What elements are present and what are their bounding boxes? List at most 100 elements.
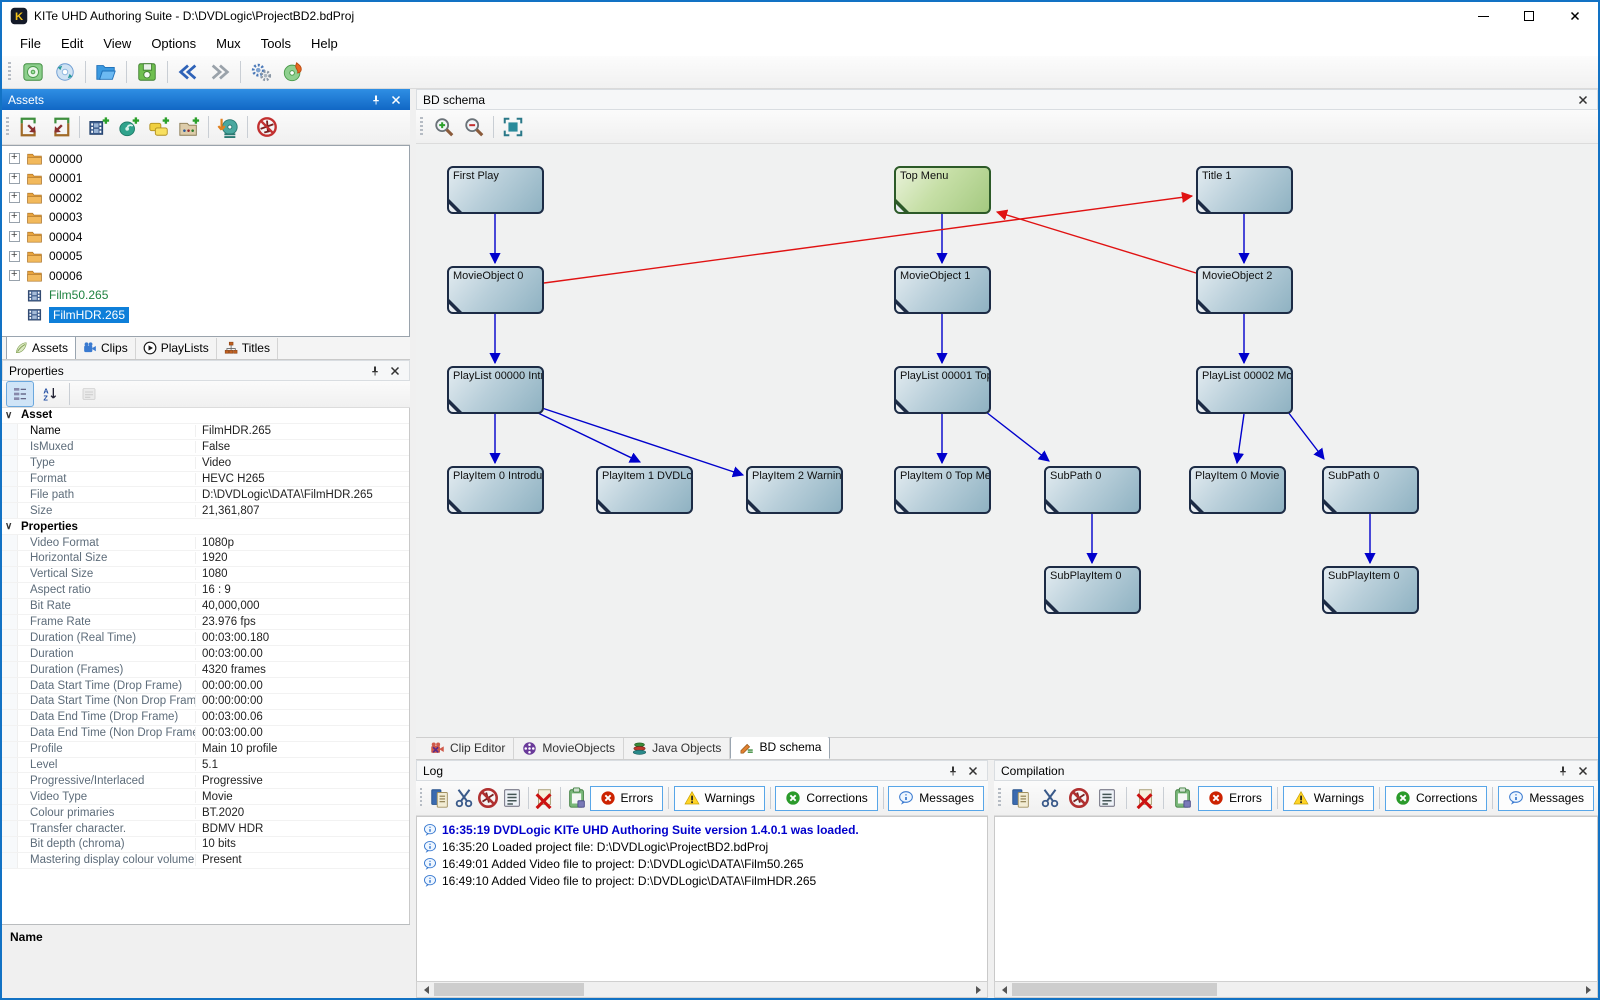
- schema-node-movieobject-2[interactable]: MovieObject 2: [1196, 266, 1293, 314]
- log-close-button[interactable]: [965, 763, 981, 779]
- tree-folder-row[interactable]: 00006: [2, 266, 409, 286]
- schema-canvas[interactable]: First Play Top Menu Title 1 MovieObject …: [416, 144, 1598, 737]
- schema-node-playitem-1-dvdlogic[interactable]: PlayItem 1 DVDLogic: [596, 466, 693, 514]
- tab-clip-editor[interactable]: Clip Editor: [422, 738, 514, 759]
- alphabetical-sort-button[interactable]: [36, 381, 64, 407]
- assets-pin-button[interactable]: [368, 92, 384, 108]
- zoom-out-button[interactable]: [460, 114, 488, 140]
- property-row[interactable]: Duration (Frames)4320 frames: [2, 662, 409, 678]
- property-row[interactable]: NameFilmHDR.265: [2, 424, 409, 440]
- scroll-right-arrow[interactable]: [970, 982, 987, 997]
- log-pin-button[interactable]: [945, 763, 961, 779]
- schema-node-movieobject-1[interactable]: MovieObject 1: [894, 266, 991, 314]
- scroll-left-arrow[interactable]: [417, 982, 434, 997]
- log-errors-toggle[interactable]: Errors: [590, 786, 664, 811]
- zoom-in-button[interactable]: [430, 114, 458, 140]
- tab-java-objects[interactable]: Java Objects: [624, 738, 730, 759]
- schema-node-playlist-00002[interactable]: PlayList 00002 Movie: [1196, 366, 1293, 414]
- property-pages-button[interactable]: [75, 381, 103, 407]
- minimize-button[interactable]: [1460, 2, 1506, 30]
- cut-compilation-button[interactable]: [1037, 785, 1064, 811]
- stop-button[interactable]: [253, 114, 281, 140]
- property-row[interactable]: Horizontal Size1920: [2, 551, 409, 567]
- schema-node-subpath-0-menu[interactable]: SubPath 0: [1044, 466, 1141, 514]
- clear-log-button[interactable]: [533, 785, 555, 811]
- schema-node-subplayitem-0-menu[interactable]: SubPlayItem 0: [1044, 566, 1141, 614]
- log-warnings-toggle[interactable]: Warnings: [674, 786, 765, 811]
- compilation-horizontal-scrollbar[interactable]: [994, 981, 1598, 998]
- schema-node-playlist-00001[interactable]: PlayList 00001 Top Me: [894, 366, 991, 414]
- property-category[interactable]: ∨Properties: [2, 519, 409, 535]
- burn-button[interactable]: [278, 58, 308, 86]
- expand-icon[interactable]: [9, 212, 20, 223]
- copy-compilation-button[interactable]: [1008, 785, 1035, 811]
- menu-options[interactable]: Options: [141, 32, 206, 55]
- cut-log-button[interactable]: [453, 785, 475, 811]
- log-message[interactable]: 16:35:20 Loaded project file: D:\DVDLogi…: [419, 838, 985, 855]
- property-row[interactable]: Colour primariesBT.2020: [2, 805, 409, 821]
- tab-clips[interactable]: Clips: [76, 338, 136, 359]
- property-row[interactable]: Vertical Size1080: [2, 567, 409, 583]
- menu-help[interactable]: Help: [301, 32, 348, 55]
- save-log-button[interactable]: [566, 785, 588, 811]
- add-video-button[interactable]: [85, 114, 113, 140]
- clear-compilation-button[interactable]: [1132, 785, 1159, 811]
- categorized-view-button[interactable]: [6, 381, 34, 407]
- expand-icon[interactable]: [9, 153, 20, 164]
- property-row[interactable]: Transfer character.BDMV HDR: [2, 821, 409, 837]
- schema-node-movieobject-0[interactable]: MovieObject 0: [447, 266, 544, 314]
- schema-node-playitem-2-warning[interactable]: PlayItem 2 Warning: [746, 466, 843, 514]
- property-row[interactable]: Bit depth (chroma)10 bits: [2, 837, 409, 853]
- menu-edit[interactable]: Edit: [51, 32, 93, 55]
- expand-icon[interactable]: [9, 251, 20, 262]
- compilation-messages-toggle[interactable]: Messages: [1498, 786, 1594, 811]
- schema-node-subpath-0-movie[interactable]: SubPath 0: [1322, 466, 1419, 514]
- tree-folder-row[interactable]: 00005: [2, 247, 409, 267]
- property-row[interactable]: FormatHEVC H265: [2, 472, 409, 488]
- menu-view[interactable]: View: [93, 32, 141, 55]
- property-row[interactable]: Data Start Time (Drop Frame)00:00:00.00: [2, 678, 409, 694]
- open-project-button[interactable]: [91, 58, 121, 86]
- extract-assets-button[interactable]: [46, 114, 74, 140]
- expand-icon[interactable]: [9, 270, 20, 281]
- tab-movieobjects[interactable]: MovieObjects: [514, 738, 624, 759]
- add-subtitle-button[interactable]: [145, 114, 173, 140]
- log-message[interactable]: 16:35:19 DVDLogic KITe UHD Authoring Sui…: [419, 821, 985, 838]
- properties-close-button[interactable]: [387, 363, 403, 379]
- expand-icon[interactable]: [9, 231, 20, 242]
- schema-node-top-menu[interactable]: Top Menu: [894, 166, 991, 214]
- block-log-button[interactable]: [477, 785, 499, 811]
- menu-file[interactable]: File: [10, 32, 51, 55]
- property-row[interactable]: Video Format1080p: [2, 535, 409, 551]
- schema-close-button[interactable]: [1575, 92, 1591, 108]
- tree-file-row-selected[interactable]: FilmHDR.265: [2, 305, 409, 325]
- tab-assets[interactable]: Assets: [6, 336, 76, 359]
- tree-file-row[interactable]: Film50.265: [2, 286, 409, 306]
- schema-node-subplayitem-0-movie[interactable]: SubPlayItem 0: [1322, 566, 1419, 614]
- expand-icon[interactable]: [9, 192, 20, 203]
- compilation-errors-toggle[interactable]: Errors: [1198, 786, 1272, 811]
- view-log-button[interactable]: [501, 785, 523, 811]
- save-compilation-button[interactable]: [1169, 785, 1196, 811]
- copy-log-button[interactable]: [429, 785, 451, 811]
- property-row[interactable]: Data End Time (Non Drop Frame)00:03:00.0…: [2, 726, 409, 742]
- property-row[interactable]: TypeVideo: [2, 456, 409, 472]
- log-corrections-toggle[interactable]: Corrections: [775, 786, 877, 811]
- property-row[interactable]: Data Start Time (Non Drop Frame)00:00:00…: [2, 694, 409, 710]
- maximize-button[interactable]: [1506, 2, 1552, 30]
- log-messages-toggle[interactable]: Messages: [888, 786, 984, 811]
- properties-pin-button[interactable]: [367, 363, 383, 379]
- property-category[interactable]: ∨Asset: [2, 408, 409, 424]
- compilation-close-button[interactable]: [1575, 763, 1591, 779]
- undo-button[interactable]: [173, 58, 203, 86]
- compilation-corrections-toggle[interactable]: Corrections: [1385, 786, 1487, 811]
- menu-mux[interactable]: Mux: [206, 32, 251, 55]
- scroll-left-arrow[interactable]: [995, 982, 1012, 997]
- property-row[interactable]: Size21,361,807: [2, 503, 409, 519]
- schema-node-playitem-0-introduction[interactable]: PlayItem 0 Introduction: [447, 466, 544, 514]
- view-compilation-button[interactable]: [1094, 785, 1121, 811]
- fit-view-button[interactable]: [499, 114, 527, 140]
- schema-node-playitem-0-top-menu[interactable]: PlayItem 0 Top Menu: [894, 466, 991, 514]
- log-message[interactable]: 16:49:10 Added Video file to project: D:…: [419, 872, 985, 889]
- new-project-button[interactable]: [18, 58, 48, 86]
